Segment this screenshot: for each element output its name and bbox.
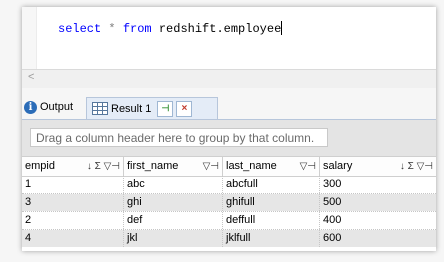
tab-output-label: Output bbox=[40, 101, 74, 113]
column-header-label: last_name bbox=[226, 160, 277, 172]
cell-last-name[interactable]: ghifull bbox=[223, 194, 320, 211]
sort-sum-filter-pin-icon[interactable]: ↓ Σ ▽⊣ bbox=[87, 157, 120, 176]
keyword-from: from bbox=[122, 22, 152, 36]
cell-empid[interactable]: 2 bbox=[22, 212, 124, 229]
keyword-select: select bbox=[58, 22, 102, 36]
editor-gutter bbox=[22, 7, 37, 69]
cell-first-name[interactable]: ghi bbox=[124, 194, 223, 211]
close-tab-button[interactable]: × bbox=[176, 100, 193, 117]
table-row[interactable]: 4 jkl jklfull 600 bbox=[22, 230, 436, 247]
column-header-salary[interactable]: salary ↓ Σ ▽⊣ bbox=[320, 157, 436, 176]
results-grid: Drag a column header here to group by th… bbox=[22, 120, 436, 251]
close-icon: × bbox=[181, 103, 188, 114]
table-row[interactable]: 3 ghi ghifull 500 bbox=[22, 194, 436, 211]
query-editor[interactable]: select * from redshift.employee bbox=[22, 7, 436, 69]
cell-empid[interactable]: 4 bbox=[22, 230, 124, 247]
cell-first-name[interactable]: def bbox=[124, 212, 223, 229]
results-tab-bar: i Output Result 1 ⊣ × bbox=[22, 88, 436, 120]
cell-salary[interactable]: 300 bbox=[320, 176, 436, 193]
group-by-panel[interactable]: Drag a column header here to group by th… bbox=[22, 120, 436, 156]
cell-salary[interactable]: 400 bbox=[320, 212, 436, 229]
cell-first-name[interactable]: abc bbox=[124, 176, 223, 193]
tab-output[interactable]: i Output bbox=[24, 96, 73, 118]
pin-tab-button[interactable]: ⊣ bbox=[157, 100, 174, 117]
table-row[interactable]: 2 def deffull 400 bbox=[22, 212, 436, 229]
editor-horizontal-scrollbar[interactable]: < bbox=[22, 69, 436, 89]
grid-header-row: empid ↓ Σ ▽⊣ first_name ▽⊣ last_name ▽⊣ … bbox=[22, 156, 436, 177]
cell-last-name[interactable]: abcfull bbox=[223, 176, 320, 193]
sql-editor-window: select * from redshift.employee < i Outp… bbox=[22, 7, 436, 251]
cell-last-name[interactable]: jklfull bbox=[223, 230, 320, 247]
text-caret bbox=[281, 21, 283, 35]
scroll-left-arrow-icon[interactable]: < bbox=[28, 71, 34, 83]
sort-sum-filter-pin-icon[interactable]: ↓ Σ ▽⊣ bbox=[400, 157, 433, 176]
group-by-drop-area[interactable]: Drag a column header here to group by th… bbox=[30, 128, 328, 147]
column-header-empid[interactable]: empid ↓ Σ ▽⊣ bbox=[22, 157, 124, 176]
column-header-label: salary bbox=[323, 160, 353, 172]
grid-icon bbox=[92, 102, 108, 115]
cell-empid[interactable]: 3 bbox=[22, 194, 124, 211]
table-row[interactable]: 1 abc abcfull 300 bbox=[22, 176, 436, 193]
column-header-label: first_name bbox=[127, 160, 179, 172]
cell-empid[interactable]: 1 bbox=[22, 176, 124, 193]
filter-pin-icon[interactable]: ▽⊣ bbox=[300, 157, 316, 176]
sql-query-text[interactable]: select * from redshift.employee bbox=[58, 21, 283, 36]
column-header-label: empid bbox=[25, 160, 55, 172]
cell-first-name[interactable]: jkl bbox=[124, 230, 223, 247]
info-icon: i bbox=[24, 100, 37, 114]
tab-result-1[interactable]: Result 1 ⊣ × bbox=[86, 97, 218, 119]
pin-icon: ⊣ bbox=[161, 103, 170, 113]
filter-pin-icon[interactable]: ▽⊣ bbox=[203, 157, 219, 176]
column-header-last-name[interactable]: last_name ▽⊣ bbox=[223, 157, 320, 176]
cell-salary[interactable]: 500 bbox=[320, 194, 436, 211]
table-name: redshift.employee bbox=[158, 22, 282, 36]
operator-star: * bbox=[108, 22, 116, 36]
tab-result-label: Result 1 bbox=[111, 102, 152, 115]
column-header-first-name[interactable]: first_name ▽⊣ bbox=[124, 157, 223, 176]
cell-last-name[interactable]: deffull bbox=[223, 212, 320, 229]
cell-salary[interactable]: 600 bbox=[320, 230, 436, 247]
